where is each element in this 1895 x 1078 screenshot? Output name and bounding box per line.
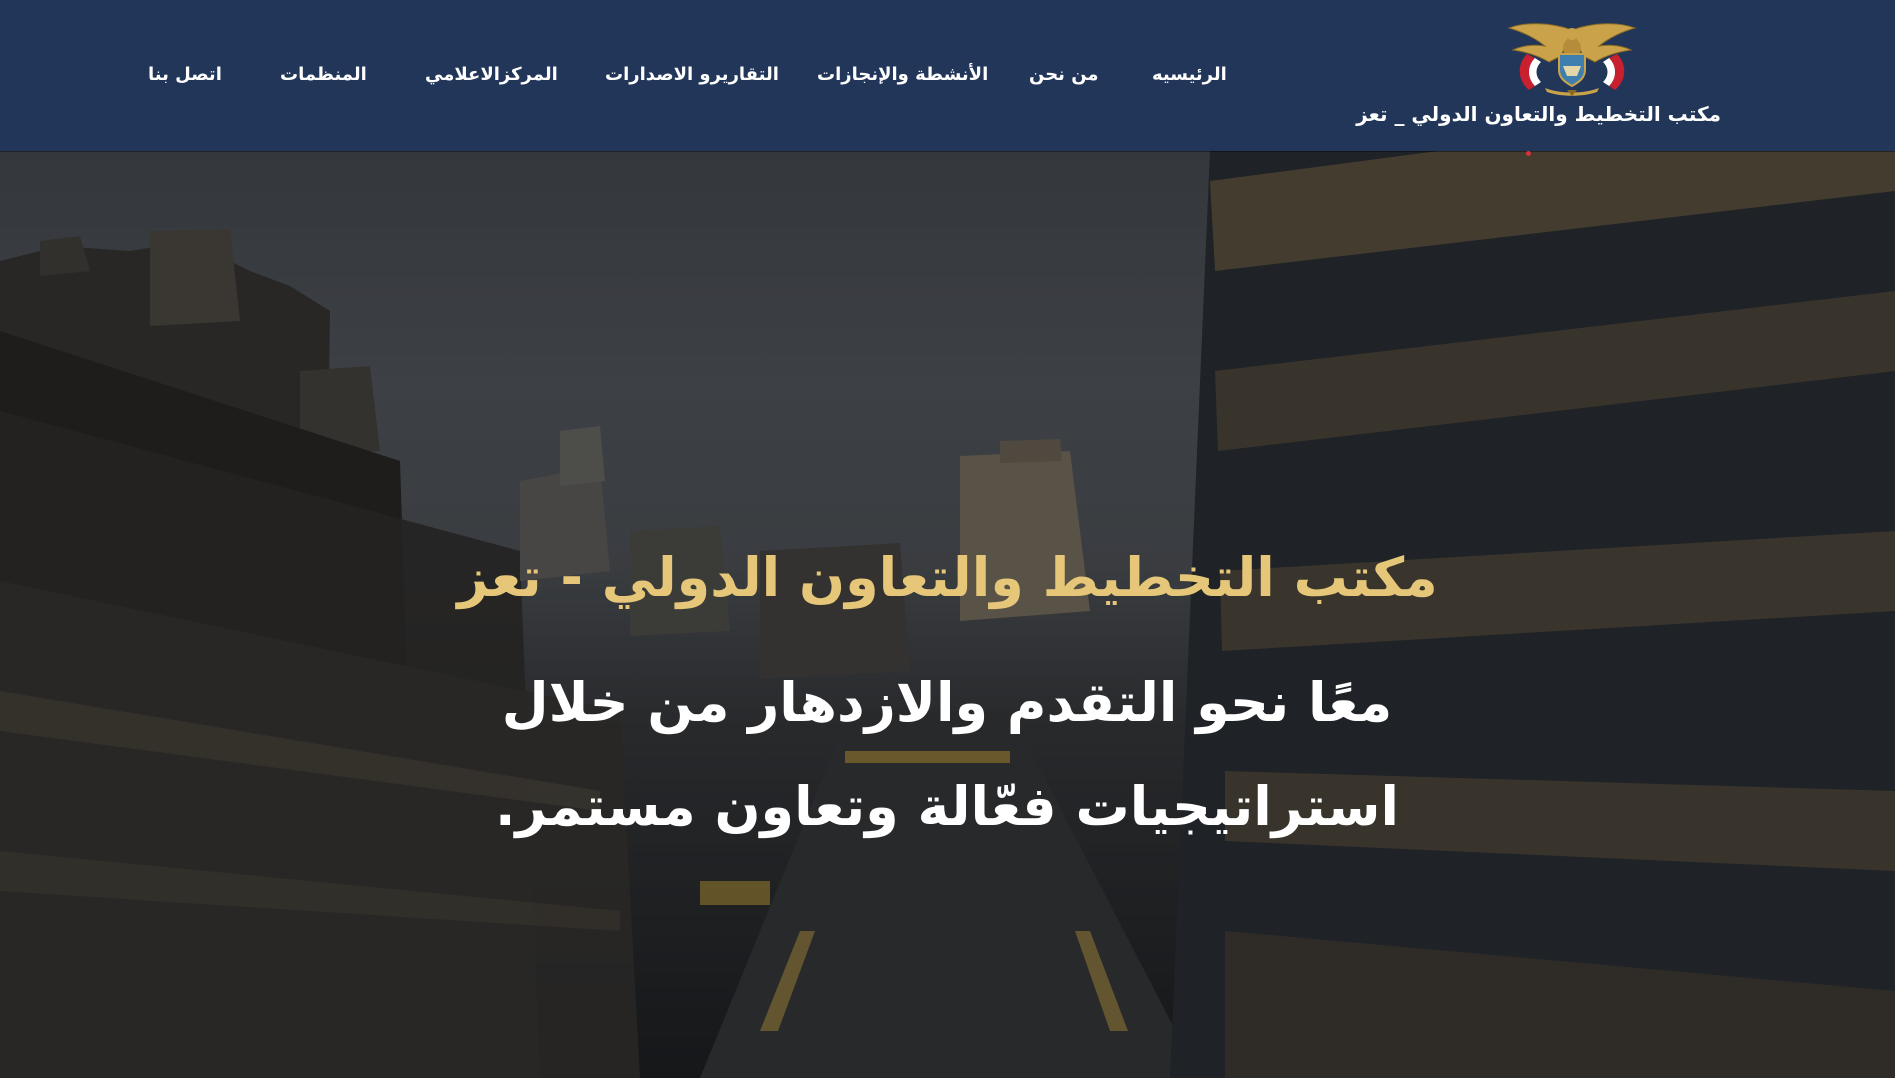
nav-contact[interactable]: اتصل بنا bbox=[148, 62, 222, 88]
hero-subtitle: معًا نحو التقدم والازدهار من خلال استرات… bbox=[494, 671, 1400, 838]
eagle-emblem-icon bbox=[1507, 23, 1637, 96]
nav-organizations[interactable]: المنظمات bbox=[280, 62, 367, 88]
nav-home[interactable]: الرئيسيه bbox=[1152, 62, 1227, 88]
hero-title: مكتب التخطيط والتعاون الدولي - تعز bbox=[457, 546, 1438, 609]
hero-section: مكتب التخطيط والتعاون الدولي - تعز معًا … bbox=[0, 151, 1895, 1078]
top-navbar: مكتب التخطيط والتعاون الدولي _ تعز الرئي… bbox=[0, 0, 1895, 156]
site-logo[interactable]: مكتب التخطيط والتعاون الدولي _ تعز bbox=[1356, 18, 1721, 133]
nav-media-center[interactable]: المركزالاعلامي bbox=[425, 62, 558, 88]
nav-activities[interactable]: الأنشطة والإنجازات bbox=[817, 62, 988, 88]
logo-accent-dot bbox=[1526, 151, 1531, 156]
hero-dark-overlay bbox=[0, 151, 1895, 1078]
logo-title: مكتب التخطيط والتعاون الدولي _ تعز bbox=[1356, 102, 1721, 126]
nav-about[interactable]: من نحن bbox=[1029, 62, 1099, 88]
nav-reports[interactable]: التقاريرو الاصدارات bbox=[605, 62, 779, 88]
